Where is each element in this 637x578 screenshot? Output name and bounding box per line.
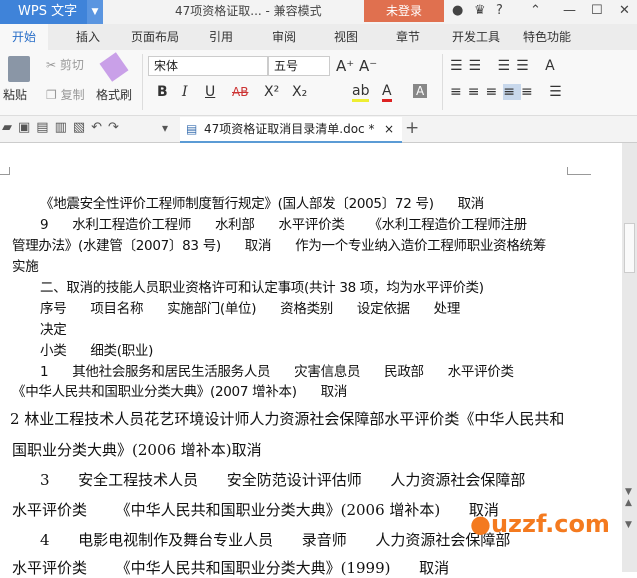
ribbon-toolbar: 粘贴 ✂ 剪切 ❐ 复制 格式刷 宋体 五号 A⁺ A⁻ B I U AB X²… — [0, 50, 637, 116]
text-line: 4 电影电视制作及舞台专业人员 录音师 人力资源社会保障部 — [40, 531, 511, 549]
quick-access-icons[interactable]: ▰▣▤▥▧↶↷ — [2, 120, 125, 135]
highlight-icon[interactable]: ab — [352, 83, 370, 102]
underline-button[interactable]: U — [205, 84, 215, 100]
tab-developer[interactable]: 开发工具 — [452, 24, 500, 50]
vertical-scrollbar[interactable]: ▼ ▲ ▼ — [622, 143, 637, 572]
text-line: 序号 项目名称 实施部门(单位) 资格类别 设定依据 处理 — [40, 301, 461, 317]
paste-icon[interactable] — [8, 56, 30, 82]
document-page[interactable]: 《地震安全性评价工程师制度暂行规定》(国人部发〔2005〕72 号) 取消 9 … — [0, 143, 622, 577]
tab-view[interactable]: 视图 — [334, 24, 358, 50]
text-line: 二、取消的技能人员职业资格许可和认定事项(共计 38 项，均为水平评价类) — [40, 280, 484, 296]
close-tab-icon[interactable]: × — [384, 117, 394, 141]
tab-review[interactable]: 审阅 — [272, 24, 296, 50]
copy-label: 复制 — [60, 88, 85, 102]
text-line: 2 林业工程技术人员花艺环境设计师人力资源社会保障部水平评价类《中华人民共和 — [10, 410, 565, 428]
italic-button[interactable]: I — [182, 84, 188, 100]
doc-file-icon: ▤ — [186, 122, 198, 136]
minimize-button[interactable]: — — [563, 0, 576, 22]
strikethrough-button[interactable]: AB — [232, 85, 248, 99]
text-line: 3 安全工程技术人员 安全防范设计评估师 人力资源社会保障部 — [40, 471, 526, 489]
font-size-select[interactable]: 五号 — [268, 56, 330, 76]
superscript-button[interactable]: X² — [264, 84, 279, 100]
text-line: 实施 — [12, 259, 39, 275]
shirt-icon[interactable]: ♛ — [474, 0, 486, 22]
quick-access-bar: ▰▣▤▥▧↶↷ ▾ ▤ 47项资格证取消目录清单.doc * × + — [0, 116, 637, 143]
font-color-icon[interactable]: A — [382, 83, 392, 102]
char-shading-icon[interactable]: A — [413, 84, 428, 98]
watermark-logo: ●uzzf.com — [470, 510, 610, 538]
text-line: 水平评价类 《中华人民共和国职业分类大典》(1999) 取消 — [12, 559, 450, 577]
paste-button[interactable]: 粘贴 — [3, 86, 27, 103]
cut-label: 剪切 — [59, 58, 84, 72]
text-line: 决定 — [40, 322, 67, 338]
format-painter-button[interactable]: 格式刷 — [96, 86, 132, 103]
help-button[interactable]: ? — [496, 0, 503, 22]
login-button[interactable]: 未登录 — [364, 0, 444, 22]
close-button[interactable]: ✕ — [619, 0, 630, 22]
page-nav-icons[interactable]: ▼ ▲ ▼ — [625, 487, 632, 531]
app-name: WPS 文字 — [18, 4, 78, 19]
new-tab-button[interactable]: + — [405, 118, 419, 138]
tab-references[interactable]: 引用 — [209, 24, 233, 50]
grow-font-icon[interactable]: A⁺ A⁻ — [336, 57, 377, 75]
wps-menu-button[interactable]: WPS 文字 ▼ — [0, 0, 103, 24]
format-painter-icon[interactable] — [99, 52, 129, 82]
text-line: 9 水利工程造价工程师 水利部 水平评价类 《水利工程造价工程师注册 — [40, 217, 527, 233]
text-line: 国职业分类大典》(2006 增补本)取消 — [12, 441, 262, 459]
margin-corner — [567, 167, 591, 175]
divider — [442, 54, 443, 110]
skin-icon[interactable]: ● — [452, 0, 463, 22]
bold-button[interactable]: B — [157, 84, 168, 100]
font-select[interactable]: 宋体 — [148, 56, 268, 76]
text-line: 水平评价类 《中华人民共和国职业分类大典》(2006 增补本) 取消 — [12, 501, 499, 519]
document-tab[interactable]: ▤ 47项资格证取消目录清单.doc * × — [180, 117, 402, 143]
document-tab-label: 47项资格证取消目录清单.doc * — [204, 122, 375, 136]
align-icons[interactable]: ≡≡≡≡≡ ☰ — [450, 84, 568, 100]
title-bar: WPS 文字 ▼ 47项资格证取... - 兼容模式 未登录 ● ♛ ? ⌃ — … — [0, 0, 637, 24]
copy-button[interactable]: ❐ 复制 — [46, 86, 85, 103]
tab-home[interactable]: 开始 — [0, 24, 49, 50]
cut-button[interactable]: ✂ 剪切 — [46, 56, 84, 73]
chevron-down-icon[interactable]: ▼ — [87, 0, 103, 24]
tab-features[interactable]: 特色功能 — [523, 24, 571, 50]
text-line: 管理办法》(水建管〔2007〕83 号) 取消 作为一个专业纳入造价工程师职业资… — [12, 238, 546, 254]
text-line: 1 其他社会服务和居民生活服务人员 灾害信息员 民政部 水平评价类 — [40, 364, 514, 380]
scrollbar-thumb[interactable] — [624, 223, 635, 273]
subscript-button[interactable]: X₂ — [292, 84, 307, 100]
tab-page-layout[interactable]: 页面布局 — [131, 24, 179, 50]
text-line: 小类 细类(职业) — [40, 343, 154, 359]
window-title: 47项资格证取... - 兼容模式 — [175, 4, 322, 18]
collapse-ribbon-icon[interactable]: ⌃ — [530, 0, 541, 22]
text-line: 《地震安全性评价工程师制度暂行规定》(国人部发〔2005〕72 号) 取消 — [40, 196, 485, 212]
margin-corner — [0, 167, 10, 175]
ribbon-tabs: 开始 插入 页面布局 引用 审阅 视图 章节 开发工具 特色功能 — [0, 24, 637, 50]
maximize-button[interactable]: ☐ — [591, 0, 603, 22]
tab-chapter[interactable]: 章节 — [396, 24, 420, 50]
divider — [142, 54, 143, 110]
list-icons[interactable]: ☰☰ ☰☰ A — [450, 58, 561, 74]
tab-insert[interactable]: 插入 — [76, 24, 100, 50]
text-line: 《中华人民共和国职业分类大典》(2007 增补本) 取消 — [12, 384, 348, 400]
customize-chevron-icon[interactable]: ▾ — [162, 121, 168, 135]
